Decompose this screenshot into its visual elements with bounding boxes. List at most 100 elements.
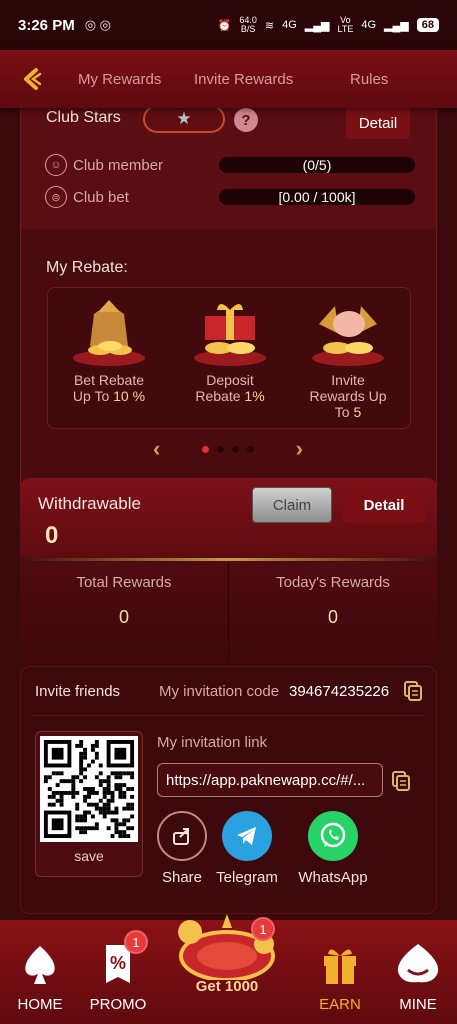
rebate-bet-line1: Bet Rebate — [73, 372, 145, 388]
speed-unit: B/S — [240, 24, 256, 34]
mine-icon — [378, 940, 457, 988]
whatsapp-label: WhatsApp — [298, 869, 368, 886]
withdraw-detail-button[interactable]: Detail — [343, 487, 425, 523]
club-stars-label: Club Stars — [46, 109, 121, 126]
whatsapp-icon — [308, 811, 358, 861]
rewards-summary: Total Rewards 0 Today's Rewards 0 — [20, 562, 437, 662]
pager-dot[interactable] — [247, 445, 254, 453]
claim-button[interactable]: Claim — [252, 487, 332, 523]
rebate-deposit-line2-prefix: Rebate — [195, 388, 245, 404]
coin-bag-icon — [70, 294, 148, 368]
tab-invite-rewards[interactable]: Invite Rewards — [194, 71, 326, 88]
tab-rules[interactable]: Rules — [350, 71, 388, 88]
copy-link-icon[interactable] — [391, 770, 411, 792]
total-rewards-label: Total Rewards — [76, 574, 172, 591]
invitation-code-label: My invitation code — [159, 683, 280, 700]
rebate-invite-line2: Rewards Up — [309, 388, 387, 404]
invite-divider — [33, 715, 425, 716]
rebate-deposit-line1: Deposit — [206, 372, 254, 388]
star-icon: ★ — [176, 109, 192, 128]
share-button[interactable]: Share — [145, 811, 219, 886]
rebate-title: My Rebate: — [46, 259, 128, 276]
pager-dot[interactable] — [232, 445, 239, 453]
piggy-bank-icon — [309, 294, 387, 368]
whatsapp-notification-icon: ◎ ◎ — [84, 17, 112, 32]
get-1000-label: Get 1000 — [195, 978, 259, 995]
rebate-bet-line2-prefix: Up To — [72, 388, 114, 404]
total-rewards-value: 0 — [118, 607, 129, 627]
prev-arrow-icon[interactable]: ‹ — [153, 436, 160, 462]
gift-icon — [300, 940, 380, 988]
battery-indicator: 68 — [416, 18, 439, 32]
telegram-button[interactable]: Telegram — [210, 811, 284, 886]
rebate-deposit-value: 1% — [244, 388, 265, 404]
rebate-item-deposit[interactable]: Deposit Rebate 1% — [175, 294, 285, 404]
whatsapp-button[interactable]: WhatsApp — [287, 811, 379, 886]
network-speed: 64.0 B/S — [239, 16, 257, 34]
volte-bottom: LTE — [337, 24, 354, 34]
gold-divider — [14, 558, 443, 561]
nav-mine[interactable]: MINE — [378, 940, 457, 1013]
alarm-icon: ⏰ — [217, 19, 232, 32]
rebate-invite-value: 5 — [353, 404, 362, 420]
tab-my-rewards[interactable]: My Rewards — [78, 71, 194, 88]
invitation-link-label: My invitation link — [157, 734, 268, 751]
signal-2-label: 4G — [361, 19, 377, 31]
withdraw-panel: Withdrawable 0 Claim Detail — [20, 478, 437, 558]
nav-promo[interactable]: % PROMO — [78, 940, 158, 1013]
signal-icon-2: ▂▄▆ — [384, 19, 409, 32]
svg-text:%: % — [110, 953, 126, 973]
telegram-icon — [222, 811, 272, 861]
telegram-label: Telegram — [216, 869, 278, 886]
promo-badge: 1 — [124, 930, 148, 954]
share-label: Share — [161, 869, 203, 886]
rebate-invite-line3-prefix: To — [334, 404, 354, 420]
pager-dot[interactable] — [217, 445, 224, 453]
status-bar: 3:26 PM ◎ ◎ ⏰ 64.0 B/S ≋ 4G ▂▄▆ Vo LTE 4… — [0, 0, 457, 50]
rebate-invite-line1: Invite — [331, 372, 365, 388]
get-1000-badge: 1 — [251, 917, 275, 941]
status-icons: ⏰ 64.0 B/S ≋ 4G ▂▄▆ Vo LTE 4G ▂▄▆ 68 — [218, 16, 439, 34]
save-qr-button[interactable]: save — [36, 848, 142, 864]
signal-1-label: 4G — [282, 19, 297, 31]
signal-icon: ▂▄▆ — [304, 19, 330, 32]
spade-icon — [0, 940, 80, 988]
club-bet-progress: [0.00 / 100k] — [219, 189, 415, 205]
club-detail-button[interactable]: Detail — [346, 108, 410, 139]
qr-code-image — [40, 736, 138, 842]
pager-dot[interactable] — [202, 445, 209, 453]
bet-icon: ⊜ — [45, 186, 67, 208]
nav-home-label: HOME — [17, 996, 63, 1013]
qr-card: save — [35, 731, 143, 877]
share-icon — [157, 811, 207, 861]
back-button[interactable] — [0, 50, 64, 108]
next-arrow-icon[interactable]: › — [296, 436, 303, 462]
wifi-icon: ≋ — [264, 19, 275, 32]
club-stars-badge: ★ — [143, 108, 225, 133]
pager-dots — [202, 445, 254, 453]
invite-panel: Invite friends My invitation code 394674… — [20, 666, 437, 914]
rebate-item-bet[interactable]: Bet Rebate Up To 10 % — [54, 294, 164, 404]
today-rewards-label: Today's Rewards — [276, 574, 390, 591]
rebate-carousel[interactable]: Bet Rebate Up To 10 % Deposit Rebate 1% … — [47, 287, 411, 429]
nav-home[interactable]: HOME — [0, 940, 80, 1013]
total-rewards: Total Rewards 0 — [20, 574, 228, 628]
today-rewards: Today's Rewards 0 — [229, 574, 437, 628]
nav-earn[interactable]: EARN — [300, 940, 380, 1013]
invitation-link-field[interactable]: https://app.paknewapp.cc/#/... — [157, 763, 383, 797]
club-member-progress: (0/5) — [219, 157, 415, 173]
rebate-item-invite[interactable]: Invite Rewards Up To 5 — [293, 294, 403, 420]
invite-title: Invite friends — [35, 683, 121, 700]
copy-code-icon[interactable] — [403, 680, 423, 702]
invitation-code: 394674235226 — [289, 683, 390, 700]
nav-mine-label: MINE — [399, 996, 437, 1013]
member-icon: ☺ — [45, 154, 67, 176]
main-content[interactable]: Club Stars ★ ? Detail ☺ Club member (0/5… — [0, 108, 457, 920]
withdrawable-value: 0 — [45, 522, 59, 549]
nav-promo-label: PROMO — [89, 996, 147, 1013]
volte-label: Vo LTE — [338, 16, 354, 34]
rebate-bet-value: 10 % — [113, 388, 146, 404]
help-icon[interactable]: ? — [234, 108, 258, 132]
rebate-pager: ‹ › — [153, 436, 303, 462]
withdrawable-label: Withdrawable — [38, 494, 141, 513]
